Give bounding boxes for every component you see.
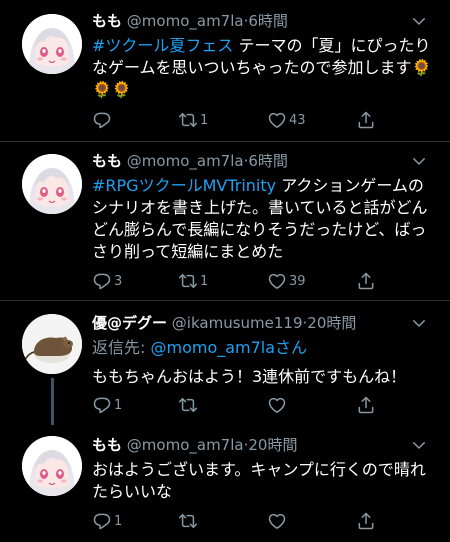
retweet-count: 1 (200, 112, 209, 128)
tweet-header: もも @momo_am7la·20時間 (92, 434, 410, 456)
retweet-icon (178, 271, 200, 291)
share-icon (356, 271, 378, 291)
chevron-down-icon[interactable] (410, 152, 428, 170)
like-count: 39 (289, 273, 306, 289)
share-button[interactable] (356, 394, 378, 416)
tweet[interactable]: もも @momo_am7la·20時間 おはようございます。キャンプに行くので晴… (0, 434, 450, 540)
timeline: もも @momo_am7la·6時間 #ツクール夏フェス テーマの「夏」にぴった… (0, 0, 450, 542)
display-name[interactable]: もも (92, 12, 122, 30)
avatar[interactable] (22, 154, 82, 214)
tweet[interactable]: もも @momo_am7la·6時間 #ツクール夏フェス テーマの「夏」にぴった… (0, 10, 450, 138)
tweet-header: もも @momo_am7la·6時間 (92, 10, 410, 32)
avatar[interactable] (22, 14, 82, 74)
retweet-icon (178, 511, 200, 531)
reply-icon (92, 271, 114, 291)
like-button[interactable] (267, 510, 289, 532)
handle[interactable]: @ikamusume119 (172, 314, 303, 332)
handle[interactable]: @momo_am7la (127, 152, 244, 170)
share-button[interactable] (356, 109, 378, 131)
share-button[interactable] (356, 270, 378, 292)
share-button[interactable] (356, 510, 378, 532)
reply-count: 1 (114, 513, 123, 529)
timestamp[interactable]: 6時間 (248, 12, 288, 30)
tweet[interactable]: 優@デグー @ikamusume119·20時間 返信先: @momo_am7l… (0, 312, 450, 422)
like-icon (267, 511, 289, 531)
tweet-actions: 1 (92, 394, 390, 416)
reply-button[interactable]: 1 (92, 394, 122, 416)
display-name[interactable]: もも (92, 152, 122, 170)
reply-icon (92, 511, 114, 531)
reply-button[interactable]: 3 (92, 270, 122, 292)
like-button[interactable]: 39 (267, 270, 306, 292)
handle[interactable]: @momo_am7la (127, 436, 244, 454)
tweet-header: もも @momo_am7la·6時間 (92, 150, 410, 172)
like-button[interactable] (267, 394, 289, 416)
retweet-button[interactable]: 1 (178, 270, 208, 292)
chevron-down-icon[interactable] (410, 314, 428, 332)
avatar[interactable] (22, 314, 82, 374)
like-icon (267, 271, 289, 291)
handle[interactable]: @momo_am7la (127, 12, 244, 30)
tweet-header: 優@デグー @ikamusume119·20時間 (92, 312, 410, 334)
retweet-icon (178, 395, 200, 415)
retweet-button[interactable] (178, 510, 200, 532)
share-icon (356, 511, 378, 531)
share-icon (356, 110, 378, 130)
chevron-down-icon[interactable] (410, 436, 428, 454)
tweet-actions: 1 43 (92, 109, 390, 131)
tweet-actions: 1 (92, 510, 390, 532)
timestamp[interactable]: 6時間 (248, 152, 288, 170)
like-icon (267, 395, 289, 415)
tweet[interactable]: もも @momo_am7la·6時間 #RPGツクールMVTrinity アクシ… (0, 150, 450, 292)
share-icon (356, 395, 378, 415)
avatar[interactable] (22, 436, 82, 496)
chevron-down-icon[interactable] (410, 12, 428, 30)
retweet-button[interactable]: 1 (178, 109, 208, 131)
tweet-text: #RPGツクールMVTrinity アクションゲームのシナリオを書き上げた。書い… (92, 175, 432, 263)
timestamp[interactable]: 20時間 (307, 314, 356, 332)
retweet-count: 1 (200, 273, 209, 289)
like-icon (267, 110, 289, 130)
like-count: 43 (289, 112, 306, 128)
retweet-button[interactable] (178, 394, 200, 416)
tweet-text: ももちゃんおはよう！3連休前ですもんね！ (92, 367, 407, 386)
reply-button[interactable] (92, 109, 114, 131)
reply-icon (92, 110, 114, 130)
reply-icon (92, 395, 114, 415)
hashtag-link[interactable]: #ツクール夏フェス (92, 36, 233, 55)
mention-link[interactable]: @momo_am7laさん (150, 338, 307, 357)
tweet-text: #ツクール夏フェス テーマの「夏」にぴったりなゲームを思いついちゃったので参加し… (92, 35, 432, 101)
divider (0, 300, 450, 301)
tweet-text: おはようございます。キャンプに行くので晴れたらいいな (92, 460, 426, 501)
display-name[interactable]: もも (92, 436, 122, 454)
display-name[interactable]: 優@デグー (92, 314, 167, 332)
retweet-icon (178, 110, 200, 130)
reply-button[interactable]: 1 (92, 510, 122, 532)
reply-count: 3 (114, 273, 123, 289)
hashtag-link[interactable]: #RPGツクールMVTrinity (92, 176, 276, 195)
timestamp[interactable]: 20時間 (248, 436, 297, 454)
reply-context: 返信先: @momo_am7laさん (92, 337, 307, 359)
tweet-actions: 3 1 39 (92, 270, 390, 292)
reply-prefix: 返信先: (92, 338, 151, 357)
divider (0, 141, 450, 142)
reply-count: 1 (114, 397, 123, 413)
like-button[interactable]: 43 (267, 109, 306, 131)
